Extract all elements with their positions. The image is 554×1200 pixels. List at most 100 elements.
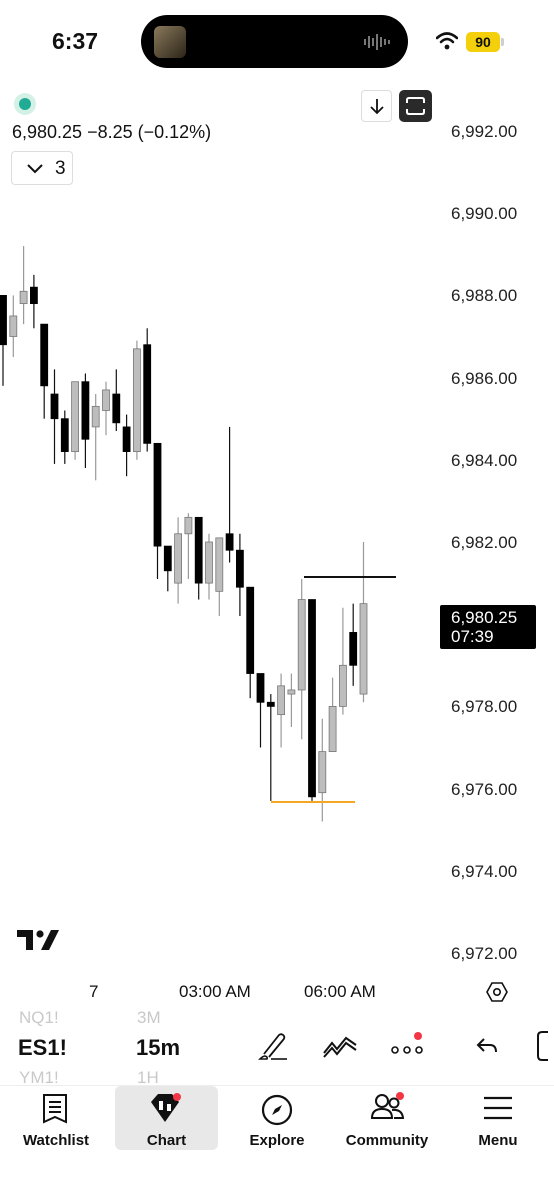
symbol-selector[interactable]: ES1! [18, 1035, 67, 1061]
candle [112, 369, 121, 432]
candle-body [349, 632, 358, 666]
candle-body [19, 290, 28, 305]
candle [297, 578, 306, 740]
symbol-option-prev[interactable]: NQ1! [19, 1008, 59, 1028]
candle [29, 274, 38, 329]
battery-level: 90 [466, 32, 500, 52]
more-dots-icon [391, 1046, 423, 1054]
price-axis-label: 6,982.00 [451, 533, 518, 552]
candle-body [328, 706, 337, 753]
price-axis-label: 6,978.00 [451, 697, 518, 717]
candle [225, 426, 234, 563]
candle [102, 381, 110, 436]
price-axis-label: 6,974.00 [451, 861, 518, 881]
candle-body [102, 389, 110, 411]
candle [184, 513, 193, 579]
indicators-icon[interactable] [322, 1033, 358, 1059]
notification-dot [173, 1093, 181, 1101]
price-axis-label: 6,990.00 [451, 204, 518, 224]
candle [318, 718, 327, 822]
candle-body [246, 586, 255, 674]
candle-body [297, 599, 306, 691]
candle-body [215, 537, 224, 592]
candlestick-chart[interactable] [0, 0, 440, 970]
candle-body [318, 751, 327, 794]
candle-body [122, 426, 131, 452]
price-axis-label: 6,984.00 [451, 450, 518, 470]
candle [9, 295, 18, 358]
price-axis-label: 6,976.00 [451, 779, 518, 799]
interval-option-next[interactable]: 1H [137, 1068, 159, 1084]
support-level-line[interactable] [271, 801, 355, 803]
battery-tip [501, 38, 504, 46]
nav-community-label: Community [345, 1132, 429, 1149]
nav-explore[interactable]: Explore [232, 1086, 322, 1150]
brush-icon[interactable] [257, 1030, 289, 1062]
notification-dot [414, 1032, 422, 1040]
candle-body [308, 599, 316, 798]
candle [287, 673, 296, 727]
candle-body [359, 603, 368, 695]
nav-community[interactable]: Community [334, 1086, 440, 1150]
price-axis-label: 6,988.00 [451, 286, 518, 306]
candle-body [71, 381, 79, 452]
nav-chart[interactable]: Chart [115, 1086, 218, 1150]
candle [277, 673, 286, 748]
candle [215, 537, 224, 616]
redo-icon[interactable] [536, 1030, 554, 1062]
candle [349, 603, 358, 686]
candle [71, 381, 79, 460]
interval-selector[interactable]: 15m [136, 1035, 180, 1061]
symbol-option-next[interactable]: YM1! [19, 1068, 59, 1084]
candle [19, 246, 28, 325]
candle-body [132, 348, 141, 452]
nav-chart-label: Chart [146, 1132, 187, 1149]
candle [266, 694, 275, 801]
interval-option-prev[interactable]: 3M [137, 1008, 161, 1028]
candle-body [143, 344, 152, 444]
nav-menu[interactable]: Menu [458, 1086, 538, 1150]
price-axis-label: 6,972.00 [451, 944, 518, 963]
nav-watchlist[interactable]: Watchlist [8, 1086, 104, 1150]
watchlist-icon [43, 1094, 67, 1124]
candle [0, 294, 7, 386]
current-price: 6,980.25 [451, 608, 518, 627]
candle-body [235, 549, 244, 588]
candle-body [112, 393, 121, 424]
chart-settings-icon[interactable] [486, 981, 508, 1003]
resistance-level-line[interactable] [304, 576, 396, 578]
candle [235, 533, 244, 616]
candle-body [266, 701, 275, 707]
price-axis-label: 6,986.00 [451, 368, 518, 388]
candle [194, 516, 203, 600]
candle [91, 394, 100, 481]
time-label: 06:00 AM [304, 982, 376, 1001]
candle-body [9, 315, 18, 337]
time-label: 03:00 AM [179, 982, 251, 1001]
candle [132, 340, 141, 460]
more-options-button[interactable] [391, 1042, 425, 1054]
candle [205, 533, 213, 600]
nav-explore-label: Explore [249, 1132, 305, 1149]
candle-body [225, 533, 234, 551]
candle-body [29, 286, 38, 305]
candle [256, 673, 265, 748]
candle [153, 442, 162, 579]
candle-body [194, 516, 203, 584]
menu-icon [484, 1096, 512, 1120]
nav-watchlist-label: Watchlist [22, 1132, 90, 1149]
candle [338, 607, 347, 715]
nav-menu-label: Menu [478, 1132, 518, 1149]
undo-icon[interactable] [475, 1036, 499, 1056]
candle [163, 545, 172, 592]
candle [246, 586, 255, 699]
time-label: 7 [89, 982, 99, 1001]
candle [359, 542, 368, 703]
candle-body [153, 442, 162, 547]
candle-body [184, 516, 193, 535]
candle [328, 677, 337, 753]
candle-body [40, 323, 49, 387]
candle-body [287, 689, 296, 695]
candle-body [163, 545, 172, 572]
candle [50, 369, 59, 464]
